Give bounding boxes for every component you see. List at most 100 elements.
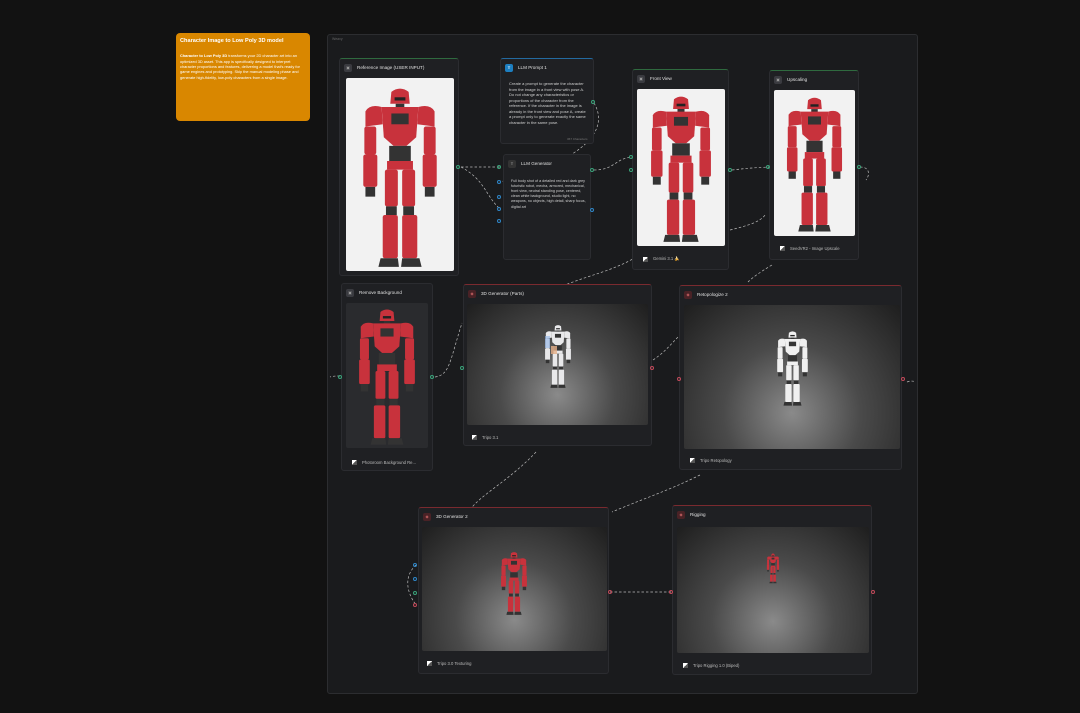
front-model-label: Gemini 3.1 🍌 — [653, 256, 680, 261]
wire-upscale-out — [859, 166, 869, 181]
rigging-preview — [677, 527, 869, 653]
robot-model — [501, 552, 527, 615]
node-gen2-header: ◈ 3D Generator 2 — [423, 512, 468, 521]
model-provider-icon — [427, 661, 432, 666]
port-front-in[interactable] — [629, 155, 633, 159]
robot-model — [766, 553, 780, 584]
text-icon: T — [508, 159, 516, 168]
port-upscale-out[interactable] — [857, 165, 861, 169]
model-icon: ◈ — [684, 290, 692, 299]
node-reference-title: Reference Image (USER INPUT) — [357, 65, 425, 70]
upscaled-image — [774, 90, 855, 236]
rig-icon: ◈ — [677, 510, 685, 519]
port-3d-out[interactable] — [650, 366, 654, 370]
port-generator-in-1[interactable] — [497, 165, 501, 169]
model-provider-icon — [472, 435, 477, 440]
node-rigging[interactable]: ◈ Rigging Tripo Rigging 1.0 (Biped) — [672, 505, 872, 675]
port-generator-in-5[interactable] — [497, 219, 501, 223]
port-gen2-in-3[interactable] — [413, 591, 417, 595]
port-rigging-in[interactable] — [669, 590, 673, 594]
robot-image — [359, 309, 415, 445]
port-gen2-in-4[interactable] — [413, 603, 417, 607]
node-rigging-header: ◈ Rigging — [677, 510, 706, 519]
port-generator-out-2[interactable] — [590, 208, 594, 212]
node-remove-background[interactable]: ▣ Remove Background Photoroom Background… — [341, 283, 433, 471]
port-front-in-2[interactable] — [629, 168, 633, 172]
model-icon: ◈ — [468, 289, 476, 298]
wire-gen2-in — [407, 564, 417, 606]
port-gen2-in-2[interactable] — [413, 577, 417, 581]
port-generator-in-4[interactable] — [497, 207, 501, 211]
wire-removebg-to-3d — [434, 322, 463, 378]
node-llm-generator[interactable]: T LLM Generator Full body shot of a deta… — [503, 154, 591, 260]
node-upscale-title: Upscaling — [787, 77, 808, 82]
node-upscaling[interactable]: ▣ Upscaling SeedVR2 - Image Upscale — [769, 70, 859, 260]
image-icon: ▣ — [346, 288, 354, 297]
node-3d-generator-2[interactable]: ◈ 3D Generator 2 Tripo 3.0 Texturing — [418, 507, 609, 674]
node-llm-prompt[interactable]: T LLM Prompt 1 Create a prompt to genera… — [500, 58, 594, 144]
node-front-title: Front View — [650, 76, 672, 81]
port-upscale-in[interactable] — [766, 165, 770, 169]
port-gen2-in-1[interactable] — [413, 563, 417, 567]
port-front-out[interactable] — [728, 168, 732, 172]
gen2-model-label: Tripo 3.0 Texturing — [437, 661, 472, 666]
gen2-preview — [422, 527, 607, 651]
node-generator-header: T LLM Generator — [508, 159, 552, 168]
node-front-footer[interactable]: Gemini 3.1 🍌 — [643, 256, 680, 262]
node-upscale-header: ▣ Upscaling — [774, 75, 807, 84]
node-rigging-title: Rigging — [690, 512, 706, 517]
node-gen2-title: 3D Generator 2 — [436, 514, 468, 519]
image-icon: ▣ — [344, 63, 352, 72]
node-front-header: ▣ Front View — [637, 74, 672, 83]
node-removebg-header: ▣ Remove Background — [346, 288, 402, 297]
reference-image-preview — [346, 78, 454, 271]
node-rigging-footer[interactable]: Tripo Rigging 1.0 (Biped) — [683, 663, 739, 668]
node-3d-title: 3D Generator (Parts) — [481, 291, 524, 296]
node-removebg-footer[interactable]: Photoroom Background Re... — [352, 460, 416, 465]
wire-ref-to-generator-2 — [460, 166, 501, 210]
wire-generator-to-front — [593, 156, 634, 171]
port-prompt-out[interactable] — [591, 100, 595, 104]
node-generator-title: LLM Generator — [521, 161, 552, 166]
robot-image — [363, 88, 437, 267]
3d-parts-preview — [467, 304, 648, 425]
port-3d-in[interactable] — [460, 366, 464, 370]
port-generator-out[interactable] — [590, 168, 594, 172]
3d-model-label: Tripo 3.1 — [482, 435, 499, 440]
remove-bg-image — [346, 303, 428, 448]
wire-3d-to-gen2 — [469, 451, 537, 511]
generator-output: Full body shot of a detailed red and dar… — [511, 179, 586, 209]
model-provider-icon — [690, 458, 695, 463]
port-retopo-out[interactable] — [901, 377, 905, 381]
node-removebg-title: Remove Background — [359, 290, 402, 295]
port-rigging-out[interactable] — [871, 590, 875, 594]
prompt-text[interactable]: Create a prompt to generate the characte… — [509, 81, 589, 133]
node-retopo-title: Retopologize 2 — [697, 292, 728, 297]
port-generator-in-3[interactable] — [497, 195, 501, 199]
port-generator-in-2[interactable] — [497, 180, 501, 184]
node-reference-header: ▣ Reference Image (USER INPUT) — [344, 63, 424, 72]
node-retopologize[interactable]: ◈ Retopologize 2 Tripo Retopology — [679, 285, 902, 470]
node-3d-header: ◈ 3D Generator (Parts) — [468, 289, 524, 298]
port-reference-out[interactable] — [456, 165, 460, 169]
port-retopo-in[interactable] — [677, 377, 681, 381]
node-retopo-header: ◈ Retopologize 2 — [684, 290, 728, 299]
port-removebg-out[interactable] — [430, 375, 434, 379]
robot-model — [777, 331, 808, 406]
node-reference-image[interactable]: ▣ Reference Image (USER INPUT) — [339, 58, 459, 276]
model-provider-icon — [643, 256, 648, 262]
node-3d-footer[interactable]: Tripo 3.1 — [472, 435, 498, 440]
node-gen2-footer[interactable]: Tripo 3.0 Texturing — [427, 661, 471, 666]
port-gen2-out[interactable] — [608, 590, 612, 594]
node-front-view[interactable]: ▣ Front View Gemini 3.1 🍌 — [632, 69, 729, 270]
image-icon: ▣ — [774, 75, 782, 84]
front-view-image — [637, 89, 725, 246]
node-upscale-footer[interactable]: SeedVR2 - Image Upscale — [780, 246, 840, 251]
wire-front-to-upscale-b — [729, 213, 767, 231]
retopo-preview — [684, 305, 900, 449]
node-retopo-footer[interactable]: Tripo Retopology — [690, 458, 732, 463]
port-removebg-in[interactable] — [338, 375, 342, 379]
model-provider-icon — [683, 663, 688, 668]
model-provider-icon — [780, 246, 785, 251]
node-3d-generator-parts[interactable]: ◈ 3D Generator (Parts) Tripo 3.1 — [463, 284, 652, 446]
